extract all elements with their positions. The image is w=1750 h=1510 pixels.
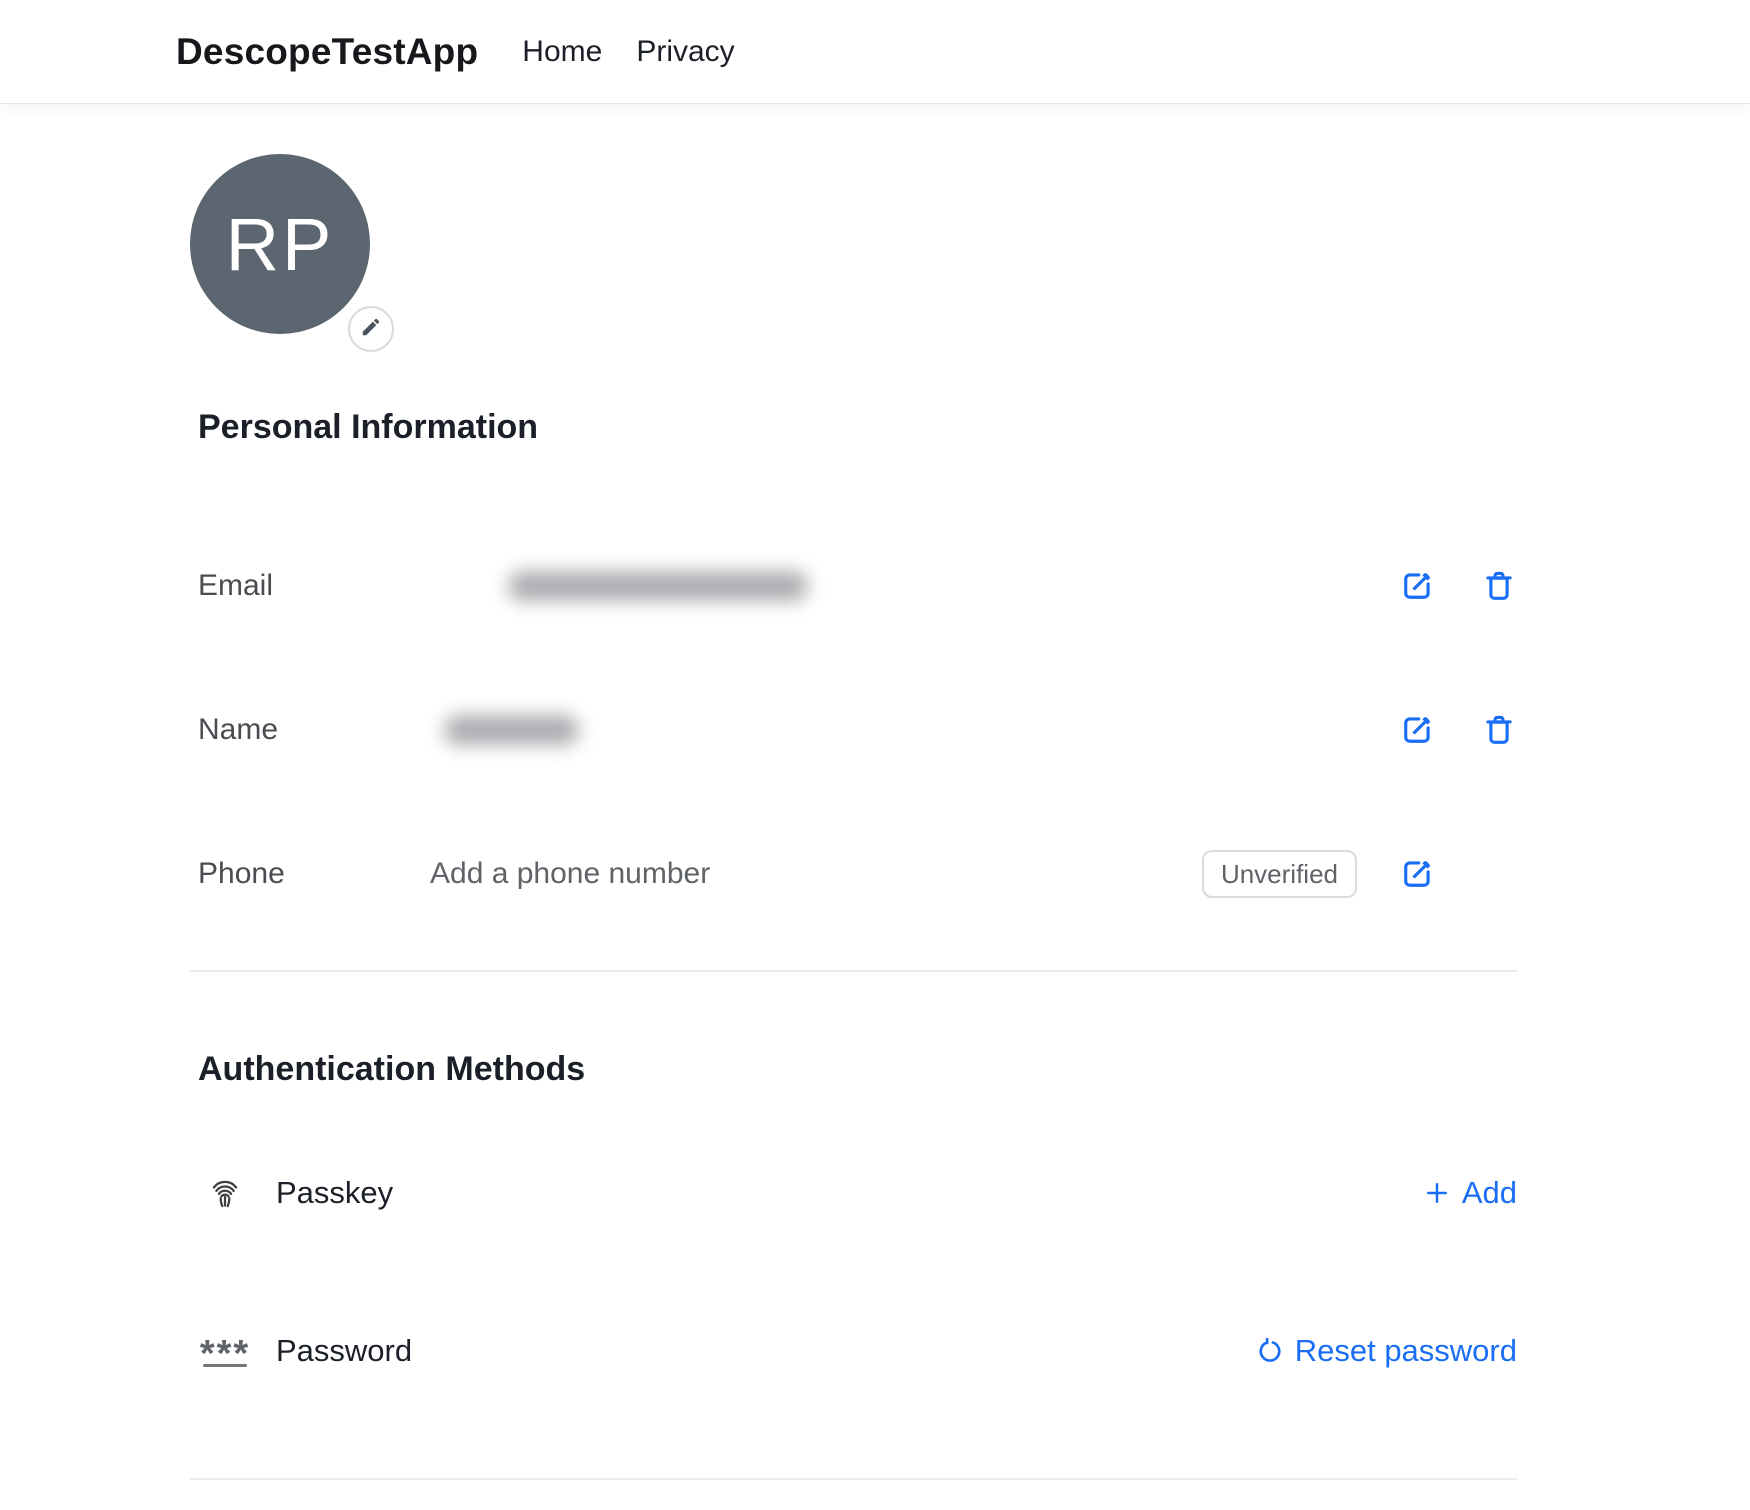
- passkey-add-label: Add: [1462, 1175, 1517, 1211]
- reset-circular-arrow-icon: [1255, 1336, 1285, 1366]
- auth-method-rows: Passkey Add *** Password: [190, 1114, 1517, 1430]
- nav-link-home[interactable]: Home: [522, 35, 602, 69]
- phone-label: Phone: [190, 857, 430, 891]
- edit-square-icon: [1399, 856, 1435, 892]
- password-asterisks-icon: ***: [202, 1336, 248, 1367]
- phone-placeholder: Add a phone number: [430, 857, 1202, 891]
- name-actions: [1399, 712, 1517, 748]
- app-header: DescopeTestApp Home Privacy: [0, 0, 1750, 104]
- trash-icon: [1481, 568, 1517, 604]
- email-value-redacted: [508, 571, 808, 601]
- name-value-redacted: [444, 715, 579, 745]
- name-row: Name: [190, 658, 1517, 802]
- edit-square-icon: [1399, 568, 1435, 604]
- name-delete-button[interactable]: [1481, 712, 1517, 748]
- pencil-icon: [360, 316, 382, 343]
- email-edit-button[interactable]: [1399, 568, 1435, 604]
- password-row: *** Password Reset password: [190, 1272, 1517, 1430]
- phone-edit-button[interactable]: [1399, 856, 1435, 892]
- phone-unverified-badge: Unverified: [1202, 850, 1357, 898]
- section-divider: [190, 970, 1517, 972]
- email-delete-button[interactable]: [1481, 568, 1517, 604]
- email-label: Email: [190, 569, 430, 603]
- email-row: Email: [190, 514, 1517, 658]
- profile-page: RP Personal Information Email: [190, 154, 1517, 1480]
- main-nav: Home Privacy: [522, 35, 734, 69]
- plus-icon: [1422, 1178, 1452, 1208]
- avatar-edit-button[interactable]: [348, 306, 394, 352]
- bottom-divider: [190, 1478, 1517, 1480]
- nav-link-privacy[interactable]: Privacy: [636, 35, 734, 69]
- personal-info-title: Personal Information: [198, 406, 1517, 448]
- trash-icon: [1481, 712, 1517, 748]
- avatar-container: RP: [190, 154, 370, 334]
- email-value: [430, 571, 1399, 601]
- email-actions: [1399, 568, 1517, 604]
- avatar: RP: [190, 154, 370, 334]
- passkey-row: Passkey Add: [190, 1114, 1517, 1272]
- edit-square-icon: [1399, 712, 1435, 748]
- passkey-add-button[interactable]: Add: [1422, 1175, 1517, 1211]
- name-label: Name: [190, 713, 430, 747]
- reset-password-label: Reset password: [1295, 1333, 1517, 1369]
- phone-actions: [1399, 856, 1517, 892]
- name-edit-button[interactable]: [1399, 712, 1435, 748]
- personal-info-rows: Email: [190, 514, 1517, 946]
- password-label: Password: [276, 1333, 412, 1369]
- app-title: DescopeTestApp: [176, 31, 478, 73]
- name-value: [430, 715, 1399, 745]
- reset-password-button[interactable]: Reset password: [1255, 1333, 1517, 1369]
- passkey-label: Passkey: [276, 1175, 393, 1211]
- phone-row: Phone Add a phone number Unverified: [190, 802, 1517, 946]
- auth-methods-title: Authentication Methods: [198, 1048, 1517, 1090]
- fingerprint-icon: [202, 1175, 248, 1211]
